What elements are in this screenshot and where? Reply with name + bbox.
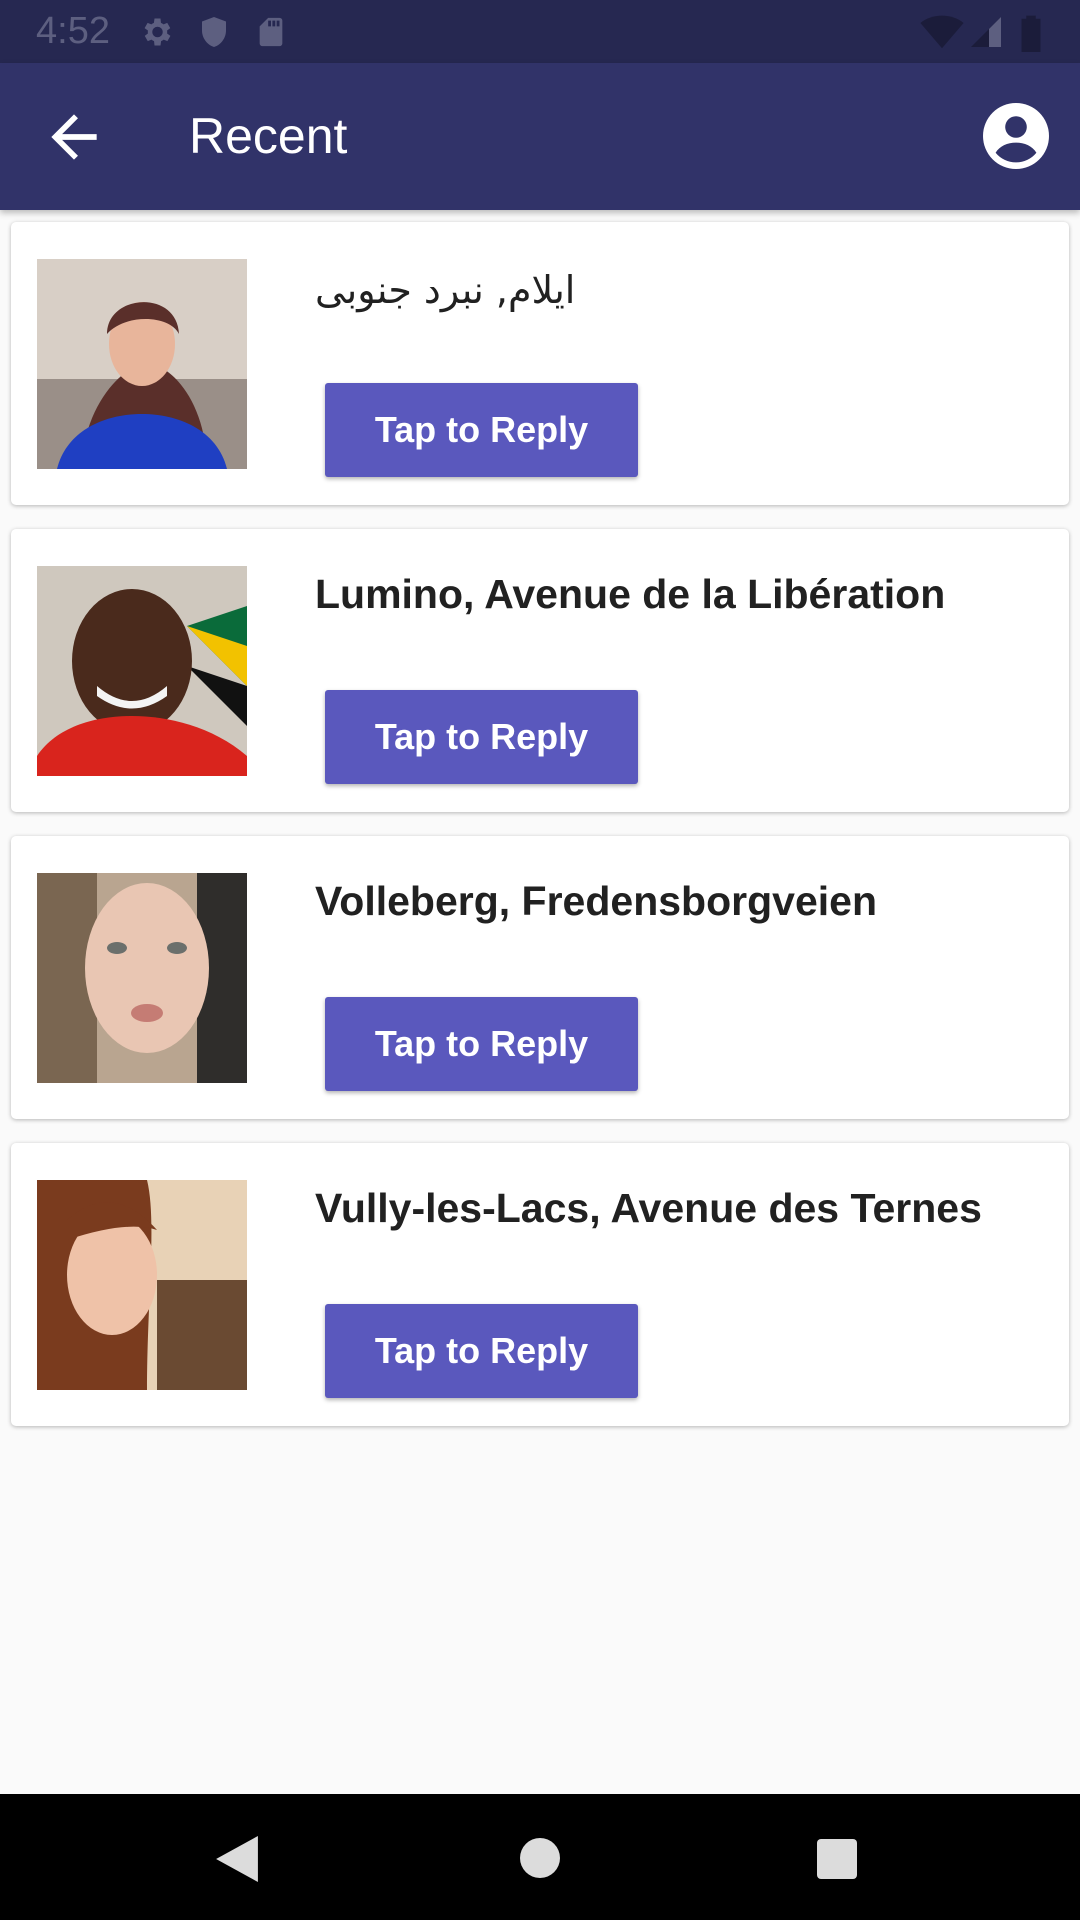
recent-list: ایلام, نبرد جنوبی Tap to Reply Lumino, A…: [11, 222, 1069, 1450]
item-title: Vully-les-Lacs, Avenue des Ternes: [315, 1185, 982, 1231]
avatar: [37, 1180, 247, 1390]
list-item: ایلام, نبرد جنوبی Tap to Reply: [11, 222, 1069, 505]
avatar: [37, 259, 247, 469]
sd-card-icon: [259, 17, 283, 47]
navigation-bar: [0, 1794, 1080, 1920]
item-title: Lumino, Avenue de la Libération: [315, 571, 946, 617]
tap-to-reply-button[interactable]: Tap to Reply: [325, 997, 638, 1091]
list-item: Vully-les-Lacs, Avenue des Ternes Tap to…: [11, 1143, 1069, 1426]
avatar: [37, 566, 247, 776]
page-title: Recent: [189, 108, 348, 164]
account-circle-icon[interactable]: [980, 100, 1052, 172]
settings-icon: [144, 18, 171, 46]
tap-to-reply-button[interactable]: Tap to Reply: [325, 383, 638, 477]
item-title: ایلام, نبرد جنوبی: [315, 268, 576, 312]
avatar: [37, 873, 247, 1083]
list-item: Volleberg, Fredensborgveien Tap to Reply: [11, 836, 1069, 1119]
status-bar: 4:52: [0, 0, 1080, 63]
status-time: 4:52: [36, 10, 110, 52]
wifi-icon: [920, 15, 964, 49]
tap-to-reply-button[interactable]: Tap to Reply: [325, 690, 638, 784]
battery-icon: [1021, 15, 1041, 52]
home-circle-icon[interactable]: [520, 1838, 560, 1878]
back-triangle-icon[interactable]: [216, 1836, 258, 1882]
shield-icon: [202, 17, 226, 47]
item-title: Volleberg, Fredensborgveien: [315, 878, 877, 924]
tap-to-reply-button[interactable]: Tap to Reply: [325, 1304, 638, 1398]
signal-icon: [971, 17, 1001, 47]
app-bar: Recent: [0, 63, 1080, 210]
recents-square-icon[interactable]: [817, 1839, 857, 1879]
arrow-back-icon[interactable]: [40, 103, 108, 171]
list-item: Lumino, Avenue de la Libération Tap to R…: [11, 529, 1069, 812]
